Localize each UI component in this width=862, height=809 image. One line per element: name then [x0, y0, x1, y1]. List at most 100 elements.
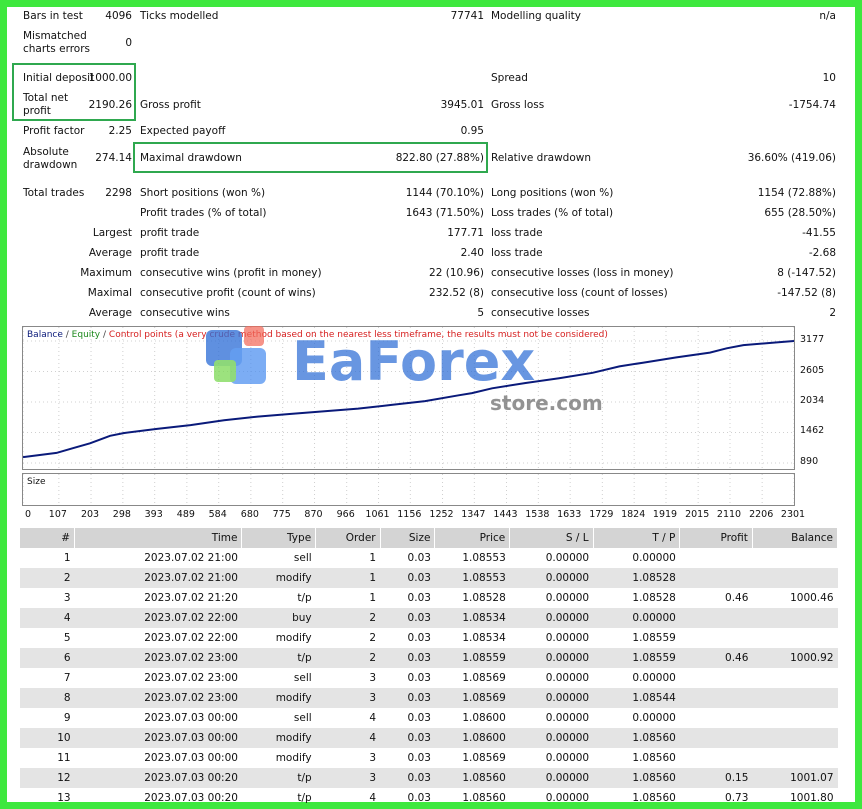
y-tick-label: 3177 [800, 334, 825, 345]
average-label: Average [88, 247, 132, 259]
table-row[interactable]: 12 2023.07.03 00:20 t/p 3 0.03 1.08560 0.00000… [20, 768, 838, 788]
size-label: Size [27, 477, 46, 487]
table-cell: 1.08560 [593, 728, 680, 748]
table-cell: 1001.80 [790, 792, 834, 804]
avg-consec-losses-label: consecutive losses [491, 307, 590, 319]
table-row[interactable]: 11 2023.07.03 00:00 modify 3 0.03 1.08569 0.00… [20, 748, 838, 768]
table-cell: 3 [63, 592, 71, 604]
table-row[interactable]: 4 2023.07.02 22:00 buy 2 0.03 1.08534 0.00000 0… [20, 608, 838, 628]
table-row[interactable]: 6 2023.07.02 23:00 t/p 2 0.03 1.08559 0.00000 1… [20, 648, 838, 668]
column-header[interactable]: S / L [509, 528, 594, 548]
largest-label: Largest [92, 227, 132, 239]
table-cell: 2 [315, 648, 381, 668]
table-row[interactable]: 3 2023.07.02 21:20 t/p 1 0.03 1.08528 0.00000 1… [20, 588, 838, 608]
profit-trades-label: Profit trades (% of total) [140, 207, 267, 219]
table-cell: t/p [297, 592, 312, 604]
column-header[interactable]: Type [241, 528, 317, 548]
table-cell: 0.03 [407, 592, 431, 604]
column-header[interactable]: Size [380, 528, 436, 548]
table-cell: 0.00000 [509, 608, 594, 628]
quality-label: Modelling quality [491, 10, 581, 22]
column-header[interactable]: Balance [752, 528, 839, 548]
table-cell: 1.08560 [632, 792, 676, 804]
table-cell [679, 728, 753, 748]
x-tick-label: 2206 [749, 509, 774, 520]
table-row[interactable]: 1 2023.07.02 21:00 sell 1 0.03 1.08553 0.00000… [20, 548, 838, 568]
table-cell: 3 [369, 672, 377, 684]
balance-chart-svg [22, 327, 795, 469]
table-cell: 1 [369, 592, 377, 604]
table-cell: 2023.07.02 21:20 [144, 592, 238, 604]
column-header[interactable]: Price [434, 528, 511, 548]
table-row[interactable]: 13 2023.07.03 00:20 t/p 4 0.03 1.08560 0.00000… [20, 788, 838, 808]
loss-trades-value: 655 (28.50%) [764, 207, 836, 219]
table-row[interactable]: 2 2023.07.02 21:00 modify 1 0.03 1.08553 0.000… [20, 568, 838, 588]
table-cell: 0.00000 [545, 632, 590, 644]
table-cell: 1.08569 [462, 672, 506, 684]
table-cell: 1 [63, 552, 71, 564]
legend-equity: Equity [71, 330, 101, 340]
table-cell: 1.08553 [462, 552, 506, 564]
table-row[interactable]: 5 2023.07.02 22:00 modify 2 0.03 1.08534 0.000… [20, 628, 838, 648]
x-tick-label: 2015 [685, 509, 710, 520]
column-header[interactable]: Time [74, 528, 243, 548]
x-tick-label: 966 [336, 509, 355, 520]
table-cell [680, 628, 753, 648]
largest-loss-label: loss trade [491, 227, 543, 239]
legend-balance: Balance [27, 330, 63, 340]
table-cell: 0.03 [407, 632, 431, 644]
gross-profit-label: Gross profit [140, 99, 201, 111]
table-cell: 0.00000 [509, 568, 594, 588]
table-row[interactable]: 7 2023.07.02 23:00 sell 3 0.03 1.08569 0.00000… [20, 668, 838, 688]
table-row[interactable]: 9 2023.07.03 00:00 sell 4 0.03 1.08600 0.00000… [20, 708, 838, 728]
column-header[interactable]: Order [315, 528, 381, 548]
ticks-value: 77741 [450, 10, 484, 22]
column-header[interactable]: T / P [593, 528, 681, 548]
profit-factor-value: 2.25 [108, 125, 132, 137]
table-cell: 0.00000 [545, 672, 590, 684]
table-cell: 1.08569 [434, 688, 510, 708]
table-cell: 0.46 [725, 592, 749, 604]
x-tick-label: 775 [272, 509, 291, 520]
quality-value: n/a [819, 10, 836, 22]
x-tick-label: 1729 [589, 509, 614, 520]
x-tick-label: 870 [304, 509, 323, 520]
table-cell: 2023.07.02 23:00 [74, 648, 242, 668]
loss-trades-label: Loss trades (% of total) [491, 207, 614, 219]
table-row[interactable]: 8 2023.07.02 23:00 modify 3 0.03 1.08569 0.000… [20, 688, 838, 708]
table-row[interactable]: 10 2023.07.03 00:00 modify 4 0.03 1.08600 0.00… [20, 728, 838, 748]
column-header[interactable]: Profit [679, 528, 753, 548]
table-cell: 1.08553 [434, 568, 510, 588]
spread-label: Spread [491, 72, 528, 84]
table-cell: 2023.07.02 22:00 [144, 632, 238, 644]
max-consec-losses-value: 8 (-147.52) [777, 267, 836, 279]
legend-sep-2: / [100, 330, 109, 340]
table-cell: 4 [369, 792, 377, 804]
table-cell [680, 748, 753, 768]
table-cell: 0.15 [679, 768, 753, 788]
profit-trades-value: 1643 (71.50%) [405, 207, 484, 219]
table-cell: 0.03 [380, 648, 435, 668]
table-cell: 1.08560 [632, 752, 676, 764]
table-cell: 1.08600 [434, 728, 510, 748]
table-cell: modify [241, 568, 316, 588]
table-cell: 0.00000 [545, 752, 590, 764]
legend-control-points: Control points (a very crude method base… [108, 330, 608, 340]
ticks-label: Ticks modelled [140, 10, 219, 22]
table-cell: 4 [20, 608, 75, 628]
x-tick-label: 1919 [652, 509, 678, 520]
profit-factor-label: Profit factor [23, 125, 85, 137]
table-cell: 10 [20, 728, 75, 748]
table-cell: 3 [315, 688, 381, 708]
table-cell: 1.08544 [593, 688, 680, 708]
table-cell: 1.08560 [593, 768, 680, 788]
table-cell: 1.08534 [434, 608, 510, 628]
orders-table: # Time Type Order Size Price S / LT / P Profit B… [20, 528, 839, 808]
max-consec-profit-value: 232.52 (8) [429, 287, 484, 299]
table-cell [752, 608, 838, 628]
table-cell: 2023.07.02 21:00 [74, 568, 242, 588]
size-histogram-svg [22, 474, 795, 505]
gross-loss-label: Gross loss [491, 99, 545, 111]
x-tick-label: 1633 [557, 509, 582, 520]
column-header[interactable]: # [20, 528, 76, 548]
